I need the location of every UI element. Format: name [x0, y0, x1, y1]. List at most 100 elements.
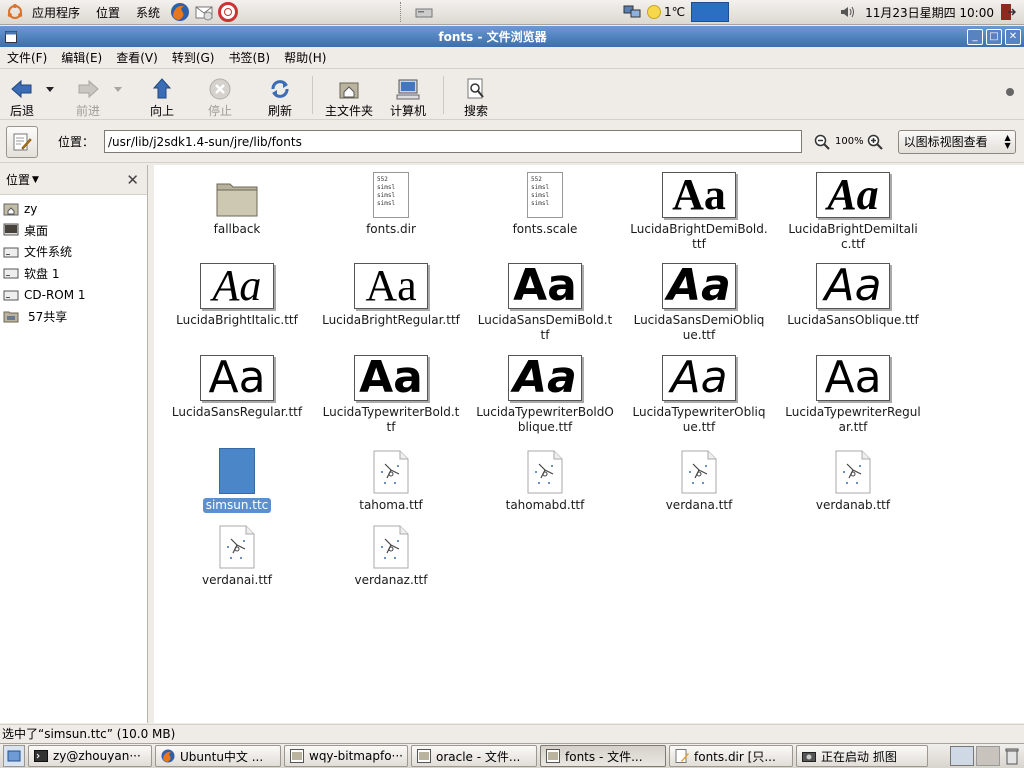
taskbar-button[interactable]: zy@zhouyan···	[28, 745, 152, 767]
file-item[interactable]: Aa LucidaTypewriterBold.ttf	[316, 353, 466, 435]
file-item[interactable]: verdanai.ttf	[162, 521, 312, 588]
file-name: LucidaSansRegular.ttf	[171, 405, 303, 419]
search-button[interactable]: 搜索	[454, 70, 498, 120]
sidebar-item-filesystem[interactable]: 文件系统	[0, 241, 147, 263]
sidebar-item-cdrom[interactable]: CD-ROM 1	[0, 284, 147, 306]
logout-icon[interactable]	[1000, 2, 1018, 22]
taskbar-button[interactable]: 正在启动 抓图	[796, 745, 928, 767]
close-window-button[interactable]: ✕	[1005, 28, 1021, 45]
zoom-level[interactable]: 100%	[835, 136, 864, 147]
file-item[interactable]: tahomabd.ttf	[470, 446, 620, 513]
file-item[interactable]: 552 simsl simsl simsl fonts.dir	[316, 170, 466, 237]
menu-bookmarks[interactable]: 书签(B)	[221, 49, 277, 66]
panel-clock[interactable]: 11月23日星期四 10:00	[859, 4, 1000, 21]
floppy-icon	[3, 266, 19, 280]
workspace-1[interactable]	[950, 746, 974, 766]
text-preview: 552 simsl simsl simsl	[527, 172, 563, 218]
forward-label: 前进	[75, 104, 100, 118]
terminal-icon	[34, 749, 48, 763]
file-item[interactable]: 552 simsl simsl simsl fonts.scale	[470, 170, 620, 237]
file-item[interactable]: verdanab.ttf	[778, 446, 928, 513]
file-item[interactable]: Aa LucidaBrightDemiItalic.ttf	[778, 170, 928, 252]
workspace-switcher[interactable]	[691, 2, 730, 22]
window-titlebar[interactable]: fonts - 文件浏览器 _ □ ✕	[0, 26, 1024, 47]
ubuntu-logo-icon[interactable]	[6, 3, 24, 21]
up-button[interactable]: 向上	[140, 70, 184, 120]
stop-label: 停止	[207, 104, 232, 118]
workspace-2[interactable]	[976, 746, 1000, 766]
menu-go[interactable]: 转到(G)	[165, 49, 222, 66]
text-file-icon: 552 simsl simsl simsl	[373, 170, 409, 218]
show-desktop-icon[interactable]	[3, 745, 25, 767]
taskbar-button[interactable]: wqy-bitmapfo···	[284, 745, 408, 767]
ttf-file-icon	[373, 446, 409, 494]
sidebar-item-home[interactable]: zy	[0, 198, 147, 220]
file-item[interactable]: Aa LucidaSansOblique.ttf	[778, 261, 928, 328]
sidebar-item-floppy[interactable]: 软盘 1	[0, 263, 147, 285]
location-input[interactable]	[104, 130, 803, 153]
help-launcher-icon[interactable]	[217, 1, 239, 23]
menu-file[interactable]: 文件(F)	[0, 49, 54, 66]
sidebar-item-network-share[interactable]: 57共享	[0, 306, 147, 328]
menu-places[interactable]: 位置	[88, 4, 128, 21]
font-file-icon: Aa	[354, 353, 428, 401]
file-item[interactable]: fallback	[162, 170, 312, 237]
file-item[interactable]: tahoma.ttf	[316, 446, 466, 513]
font-file-icon: Aa	[662, 261, 736, 309]
file-item[interactable]: Aa LucidaBrightRegular.ttf	[316, 261, 466, 328]
zoom-out-icon[interactable]	[814, 133, 832, 151]
network-status-icon[interactable]	[623, 3, 643, 21]
menu-help[interactable]: 帮助(H)	[277, 49, 333, 66]
font-preview-sample: Aa	[816, 263, 890, 309]
zoom-in-icon[interactable]	[867, 133, 885, 151]
taskbar-button[interactable]: Ubuntu中文 ...	[155, 745, 281, 767]
mail-launcher-icon[interactable]	[193, 1, 215, 23]
weather-sun-icon[interactable]	[646, 5, 661, 19]
firefox-launcher-icon[interactable]	[169, 1, 191, 23]
taskbar-button[interactable]: fonts.dir [只...	[669, 745, 793, 767]
status-bar: 选中了“simsun.ttc” (10.0 MB)	[0, 724, 1024, 742]
location-mode-toggle[interactable]	[6, 125, 38, 158]
menu-view[interactable]: 查看(V)	[109, 49, 165, 66]
back-button[interactable]: 后退	[2, 70, 42, 120]
disk-mount-icon[interactable]	[415, 3, 435, 21]
file-item[interactable]: verdana.ttf	[624, 446, 774, 513]
file-item[interactable]: Aa LucidaTypewriterBoldOblique.ttf	[470, 353, 620, 435]
taskbar-button-label: oracle - 文件...	[436, 749, 521, 764]
minimize-button[interactable]: _	[967, 28, 983, 45]
font-file-icon: Aa	[816, 261, 890, 309]
file-item[interactable]: Aa LucidaTypewriterRegular.ttf	[778, 353, 928, 435]
back-history-dropdown[interactable]	[42, 70, 58, 110]
taskbar-button[interactable]: oracle - 文件...	[411, 745, 537, 767]
sidebar-item-desktop[interactable]: 桌面	[0, 220, 147, 242]
file-icon-view[interactable]: fallback 552 simsl simsl simsl fonts.dir 55…	[154, 165, 1024, 723]
file-item[interactable]: Aa LucidaBrightItalic.ttf	[162, 261, 312, 328]
trash-icon[interactable]	[1002, 745, 1022, 767]
menu-applications[interactable]: 应用程序	[24, 4, 88, 21]
volume-icon[interactable]	[839, 3, 859, 21]
file-item[interactable]: Aa LucidaTypewriterOblique.ttf	[624, 353, 774, 435]
stop-button[interactable]: 停止	[198, 70, 242, 120]
close-sidebar-icon[interactable]: ✕	[126, 171, 139, 189]
file-item[interactable]: verdanaz.ttf	[316, 521, 466, 588]
home-folder-button[interactable]: 主文件夹	[321, 70, 377, 120]
top-panel: 应用程序 位置 系统 1℃ 11月23日星期四 10:00	[0, 0, 1024, 25]
computer-button[interactable]: 计算机	[383, 70, 433, 120]
file-item[interactable]: Aa LucidaSansDemiOblique.ttf	[624, 261, 774, 343]
view-mode-select[interactable]: 以图标视图查看 ▲ ▼	[897, 129, 1016, 154]
menu-edit[interactable]: 编辑(E)	[54, 49, 109, 66]
window-menu-icon[interactable]	[4, 30, 18, 44]
taskbar-button[interactable]: fonts - 文件...	[540, 745, 666, 767]
forward-history-dropdown[interactable]	[110, 70, 126, 110]
forward-button[interactable]: 前进	[66, 70, 110, 120]
maximize-button[interactable]: □	[986, 28, 1002, 45]
menu-system[interactable]: 系统	[128, 4, 168, 21]
file-item[interactable]: Aa LucidaBrightDemiBold.ttf	[624, 170, 774, 252]
toolbar: 后退 前进 向上 停止 刷新 主文件夹 计算机 搜索	[0, 70, 1024, 120]
computer-icon	[396, 77, 420, 101]
sidebar-type-select[interactable]: 位置 ▼	[6, 171, 39, 188]
file-item[interactable]: Aa LucidaSansRegular.ttf	[162, 353, 312, 420]
file-item[interactable]: Aa LucidaSansDemiBold.ttf	[470, 261, 620, 343]
file-item[interactable]: simsun.ttc	[162, 446, 312, 513]
reload-button[interactable]: 刷新	[258, 70, 302, 120]
